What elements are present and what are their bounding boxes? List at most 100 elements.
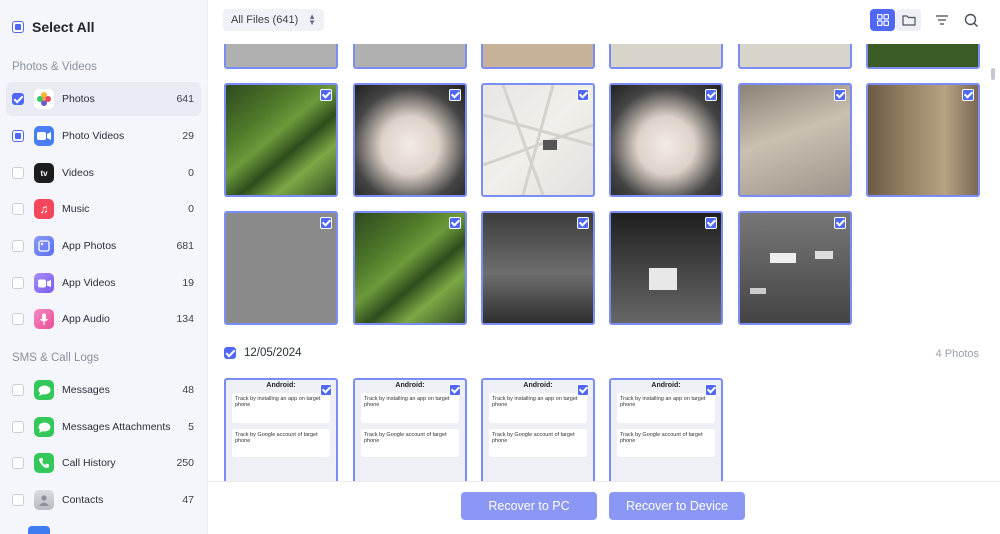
grid-view-button[interactable] [870, 9, 895, 31]
photo-thumbnail[interactable] [609, 211, 723, 325]
photo-thumbnail[interactable] [353, 44, 467, 69]
contacts-icon [34, 490, 54, 510]
selected-check-icon[interactable] [834, 217, 846, 229]
sidebar-item-label: Photos [62, 93, 95, 105]
selected-check-icon[interactable] [449, 89, 461, 101]
selected-check-icon[interactable] [705, 89, 717, 101]
filter-button[interactable] [929, 9, 954, 31]
app-photos-icon [34, 236, 54, 256]
messages-attachments-checkbox[interactable] [12, 421, 24, 433]
photo-thumbnail[interactable] [224, 83, 338, 197]
doc-thumb-card: Track by installing an app on target pho… [361, 393, 459, 423]
app-videos-icon [34, 273, 54, 293]
file-filter-select[interactable]: All Files (641) ▲ ▼ [223, 9, 324, 31]
sidebar-item-call-history[interactable]: Call History 250 [6, 446, 201, 480]
selected-check-icon[interactable] [449, 384, 461, 396]
doc-thumb-line2: Track by Google account of target phone [492, 432, 575, 444]
sidebar-item-messages[interactable]: Messages 48 [6, 373, 201, 407]
messages-checkbox[interactable] [12, 384, 24, 396]
date-group-checkbox[interactable] [224, 347, 236, 359]
phone-icon [34, 453, 54, 473]
doc-thumb-line2: Track by Google account of target phone [364, 432, 447, 444]
app-videos-checkbox[interactable] [12, 277, 24, 289]
sidebar-item-app-videos[interactable]: App Videos 19 [6, 266, 201, 300]
photo-thumbnail[interactable] [738, 83, 852, 197]
date-group-header[interactable]: 12/05/2024 [224, 347, 302, 359]
selected-check-icon[interactable] [577, 89, 589, 101]
sidebar-item-label: Messages [62, 384, 110, 396]
sidebar-item-messages-attachments[interactable]: Messages Attachments 5 [6, 410, 201, 444]
photo-thumbnail[interactable] [224, 44, 338, 69]
selected-check-icon[interactable] [320, 217, 332, 229]
photos-checkbox[interactable] [12, 93, 24, 105]
doc-thumb-line1: Track by installing an app on target pho… [492, 396, 578, 408]
call-history-checkbox[interactable] [12, 457, 24, 469]
doc-thumb-line2: Track by Google account of target phone [620, 432, 703, 444]
sidebar-item-label: App Audio [62, 313, 110, 325]
selected-check-icon[interactable] [705, 384, 717, 396]
photo-thumbnail[interactable] [224, 211, 338, 325]
photo-thumbnail[interactable] [866, 83, 980, 197]
app-audio-checkbox[interactable] [12, 313, 24, 325]
photo-thumbnail[interactable] [481, 211, 595, 325]
sidebar-item-music[interactable]: ♫ Music 0 [6, 192, 201, 226]
photo-thumbnail[interactable]: Android: Track by installing an app on t… [481, 378, 595, 481]
grid-view-icon [876, 14, 889, 26]
sidebar-item-count: 0 [188, 203, 194, 215]
selected-check-icon[interactable] [577, 217, 589, 229]
photo-thumbnail[interactable]: Android: Track by installing an app on t… [609, 378, 723, 481]
app-window: Select All Photos & Videos Photos 641 Ph… [0, 0, 1000, 534]
selected-check-icon[interactable] [834, 89, 846, 101]
photo-thumbnail[interactable] [481, 83, 595, 197]
sidebar-item-photos[interactable]: Photos 641 [6, 82, 201, 116]
sidebar-item-contacts[interactable]: Contacts 47 [6, 483, 201, 517]
photo-thumbnail[interactable]: Android: Track by installing an app on t… [353, 378, 467, 481]
microphone-icon [34, 309, 54, 329]
apple-tv-icon: tv [34, 163, 54, 183]
selected-check-icon[interactable] [962, 89, 974, 101]
messages-icon [34, 380, 54, 400]
photo-thumbnail[interactable] [353, 83, 467, 197]
sidebar-item-label: Contacts [62, 494, 104, 506]
photo-thumbnail[interactable] [866, 44, 980, 69]
contacts-checkbox[interactable] [12, 494, 24, 506]
sidebar-item-photo-videos[interactable]: Photo Videos 29 [6, 119, 201, 153]
photo-thumbnail[interactable] [738, 211, 852, 325]
ceiling-image [649, 268, 677, 290]
folder-view-button[interactable] [896, 9, 921, 31]
doc-thumb-line1: Track by installing an app on target pho… [620, 396, 706, 408]
gallery-scrollbar[interactable] [991, 68, 995, 80]
app-photos-checkbox[interactable] [12, 240, 24, 252]
search-button[interactable] [959, 9, 984, 31]
photo-thumbnail[interactable]: Android: Track by installing an app on t… [224, 378, 338, 481]
sidebar-item-app-audio[interactable]: App Audio 134 [6, 302, 201, 336]
selected-check-icon[interactable] [449, 217, 461, 229]
select-all-checkbox[interactable]: Select All [12, 18, 95, 36]
selected-check-icon[interactable] [577, 384, 589, 396]
photo-thumbnail[interactable] [353, 211, 467, 325]
doc-thumb-card: Track by Google account of target phone [361, 429, 459, 457]
photo-thumbnail[interactable] [481, 44, 595, 69]
photo-thumbnail[interactable] [738, 44, 852, 69]
photo-thumbnail[interactable] [609, 83, 723, 197]
selected-check-icon[interactable] [320, 384, 332, 396]
selected-check-icon[interactable] [320, 89, 332, 101]
recover-to-pc-button[interactable]: Recover to PC [461, 492, 597, 520]
selected-check-icon[interactable] [705, 217, 717, 229]
recover-to-device-button[interactable]: Recover to Device [609, 492, 745, 520]
sidebar-item-label: Photo Videos [62, 130, 125, 142]
date-group-count: 4 Photos [935, 348, 979, 360]
select-all-check-icon[interactable] [12, 21, 24, 33]
toolbar: All Files (641) ▲ ▼ [208, 0, 1000, 44]
photo-thumbnail[interactable] [609, 44, 723, 69]
music-icon: ♫ [34, 199, 54, 219]
sidebar-item-videos[interactable]: tv Videos 0 [6, 156, 201, 190]
date-group-label: 12/05/2024 [244, 347, 302, 359]
sidebar-item-count: 29 [182, 130, 194, 142]
photo-videos-checkbox[interactable] [12, 130, 24, 142]
music-checkbox[interactable] [12, 203, 24, 215]
photo-gallery: 12/05/2024 4 Photos Android: Track by in… [208, 44, 990, 481]
doc-thumb-card: Track by Google account of target phone [617, 429, 715, 457]
sidebar-item-app-photos[interactable]: App Photos 681 [6, 229, 201, 263]
videos-checkbox[interactable] [12, 167, 24, 179]
